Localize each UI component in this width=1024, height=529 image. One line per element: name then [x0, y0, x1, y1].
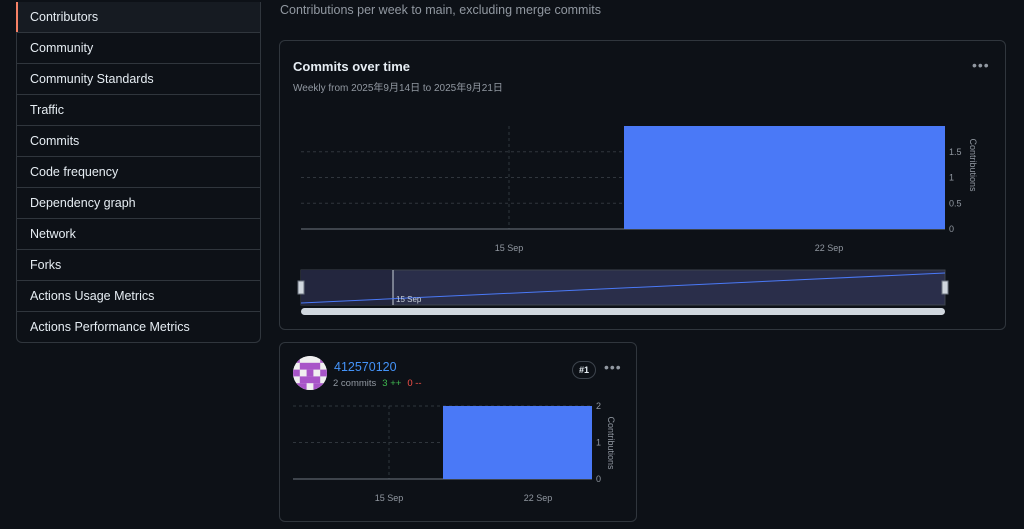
navigator-left-handle[interactable]	[297, 280, 305, 295]
navigator-scrollbar[interactable]	[301, 308, 945, 315]
contributor-card: 412570120 2 commits 3 ++ 0 -- #1 ••• 15 Se…	[279, 342, 637, 522]
sidebar-item-forks[interactable]: Forks	[17, 249, 260, 280]
contribution-bar[interactable]	[443, 406, 592, 479]
x-tick-label: 22 Sep	[815, 243, 844, 253]
sidebar-item-contributors[interactable]: Contributors	[16, 2, 260, 32]
y-tick-label: 1.5	[949, 147, 962, 157]
y-tick-label: 1	[949, 173, 954, 183]
sidebar-item-code-frequency[interactable]: Code frequency	[17, 156, 260, 187]
sidebar-item-network[interactable]: Network	[17, 218, 260, 249]
y-tick-label: 2	[596, 401, 601, 411]
navigator-label: 15 Sep	[396, 295, 422, 304]
y-tick-label: 0	[596, 474, 601, 484]
sidebar-item-actions-usage-metrics[interactable]: Actions Usage Metrics	[17, 280, 260, 311]
sidebar-item-traffic[interactable]: Traffic	[17, 94, 260, 125]
contribution-bar[interactable]	[624, 126, 945, 229]
contributor-chart: 15 Sep 22 Sep 0 1 2 Contributions	[293, 401, 616, 503]
sidebar-item-community-standards[interactable]: Community Standards	[17, 63, 260, 94]
x-tick-label: 15 Sep	[375, 493, 404, 503]
page-subtitle: Contributions per week to main, excludin…	[280, 3, 601, 17]
sidebar-item-commits[interactable]: Commits	[17, 125, 260, 156]
range-navigator[interactable]: 15 Sep	[297, 269, 949, 315]
y-axis-label: Contributions	[968, 138, 978, 192]
insights-sidebar: Contributors Community Community Standar…	[16, 2, 261, 343]
x-tick-label: 15 Sep	[495, 243, 524, 253]
sidebar-item-community[interactable]: Community	[17, 32, 260, 63]
sidebar-item-dependency-graph[interactable]: Dependency graph	[17, 187, 260, 218]
commits-over-time-card: Commits over time Weekly from 2025年9月14日…	[279, 40, 1006, 330]
commits-over-time-chart: 15 Sep 22 Sep 0 0.5 1 1.5 Contributions 15 S…	[297, 126, 978, 315]
x-tick-label: 22 Sep	[524, 493, 553, 503]
y-tick-label: 1	[596, 438, 601, 448]
y-axis-label: Contributions	[606, 416, 616, 470]
y-tick-label: 0.5	[949, 198, 962, 208]
sidebar-item-actions-performance-metrics[interactable]: Actions Performance Metrics	[17, 311, 260, 342]
navigator-right-handle[interactable]	[941, 280, 949, 295]
y-tick-label: 0	[949, 224, 954, 234]
